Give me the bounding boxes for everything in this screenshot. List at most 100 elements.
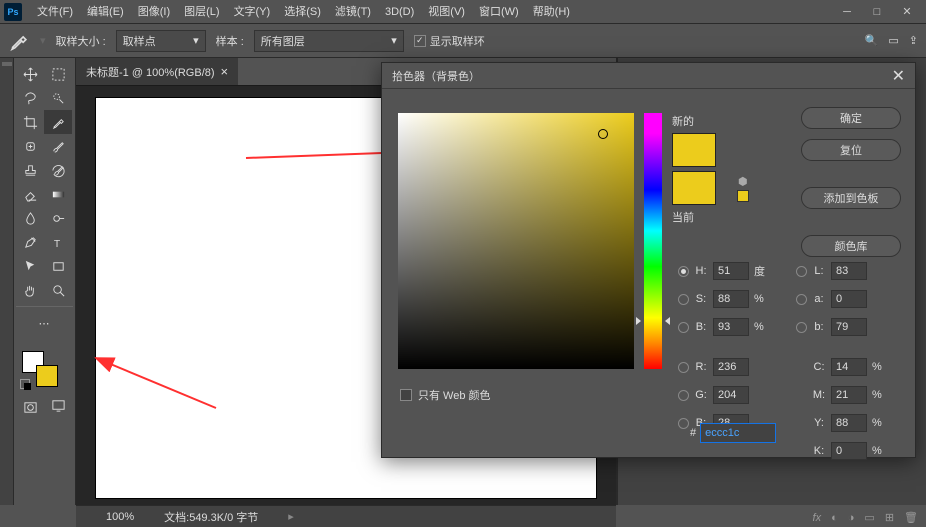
minimize-button[interactable]: ─ <box>832 1 862 23</box>
folder-icon[interactable]: ▭ <box>864 511 874 524</box>
input-a[interactable] <box>831 290 867 308</box>
radio-b[interactable] <box>678 418 689 429</box>
quickmask-tool[interactable] <box>16 395 44 419</box>
quick-select-tool[interactable] <box>44 86 72 110</box>
color-libraries-button[interactable]: 颜色库 <box>801 235 901 257</box>
input-k[interactable] <box>831 442 867 460</box>
show-ring-checkbox[interactable]: ✓显示取样环 <box>414 33 485 49</box>
trash-icon[interactable]: 🗑 <box>904 511 918 524</box>
left-rail <box>0 58 14 505</box>
spot-heal-tool[interactable] <box>16 134 44 158</box>
hand-tool[interactable] <box>16 278 44 302</box>
input-b2[interactable] <box>831 318 867 336</box>
input-l[interactable] <box>831 262 867 280</box>
sample-size-dropdown[interactable]: 取样点▾ <box>116 30 206 52</box>
eyedropper-tool[interactable] <box>44 110 72 134</box>
screenmode-tool[interactable] <box>44 393 72 417</box>
eyedropper-icon <box>8 30 30 52</box>
doc-info[interactable]: 文档:549.3K/0 字节 <box>164 509 258 525</box>
menu-filter[interactable]: 滤镜(T) <box>328 0 378 24</box>
path-select-tool[interactable] <box>16 254 44 278</box>
cube-icon[interactable]: ⬢ <box>738 175 749 186</box>
ok-button[interactable]: 确定 <box>801 107 901 129</box>
add-swatch-button[interactable]: 添加到色板 <box>801 187 901 209</box>
new-label: 新的 <box>672 113 694 129</box>
maximize-button[interactable]: □ <box>862 1 892 23</box>
radio-g[interactable] <box>678 390 689 401</box>
color-picker-dialog: 拾色器（背景色） ✕ 新的 当前 ⬢ 确定 复位 添加到色板 颜色库 <box>381 62 916 458</box>
input-c[interactable] <box>831 358 867 376</box>
color-cursor[interactable] <box>598 129 608 139</box>
hex-input[interactable] <box>700 423 776 443</box>
radio-l[interactable] <box>796 266 807 277</box>
menu-view[interactable]: 视图(V) <box>421 0 472 24</box>
picker-close-button[interactable]: ✕ <box>892 66 905 86</box>
menu-file[interactable]: 文件(F) <box>30 0 80 24</box>
crop-tool[interactable] <box>16 110 44 134</box>
input-h[interactable] <box>713 262 749 280</box>
sample-dropdown[interactable]: 所有图层▾ <box>254 30 404 52</box>
gradient-tool[interactable] <box>44 182 72 206</box>
fx-icon[interactable]: fx <box>813 512 822 524</box>
rectangle-tool[interactable] <box>44 254 72 278</box>
workspace-icon[interactable]: ▭ <box>888 34 898 47</box>
menu-window[interactable]: 窗口(W) <box>472 0 526 24</box>
menu-type[interactable]: 文字(Y) <box>227 0 278 24</box>
input-m[interactable] <box>831 386 867 404</box>
nearest-swatch[interactable] <box>737 190 749 202</box>
hex-label: # <box>690 427 696 439</box>
marquee-tool[interactable] <box>44 62 72 86</box>
input-s[interactable] <box>713 290 749 308</box>
background-swatch[interactable] <box>36 365 58 387</box>
move-tool[interactable] <box>16 62 44 86</box>
color-field[interactable] <box>398 113 634 369</box>
share-icon[interactable]: ⇪ <box>909 34 918 47</box>
input-y[interactable] <box>831 414 867 432</box>
current-label: 当前 <box>672 209 694 225</box>
sample-label: 样本 : <box>216 33 244 49</box>
dodge-tool[interactable] <box>44 206 72 230</box>
tab-close-icon[interactable]: × <box>221 64 229 79</box>
close-button[interactable]: ✕ <box>892 1 922 23</box>
search-icon[interactable]: 🔍 <box>865 34 879 47</box>
menu-layer[interactable]: 图层(L) <box>177 0 226 24</box>
new-icon[interactable]: ⊞ <box>885 511 894 524</box>
eraser-tool[interactable] <box>16 182 44 206</box>
brush-tool[interactable] <box>44 134 72 158</box>
menu-image[interactable]: 图像(I) <box>131 0 177 24</box>
type-tool[interactable]: T <box>44 230 72 254</box>
radio-h[interactable] <box>678 266 689 277</box>
current-swatch[interactable] <box>672 171 716 205</box>
zoom-tool[interactable] <box>44 278 72 302</box>
radio-r[interactable] <box>678 362 689 373</box>
input-g[interactable] <box>713 386 749 404</box>
lasso-tool[interactable] <box>16 86 44 110</box>
radio-bv[interactable] <box>678 322 689 333</box>
menu-help[interactable]: 帮助(H) <box>526 0 577 24</box>
history-brush-tool[interactable] <box>44 158 72 182</box>
zoom-level[interactable]: 100% <box>106 511 134 523</box>
color-swatches[interactable] <box>16 349 73 393</box>
input-r[interactable] <box>713 358 749 376</box>
menu-3d[interactable]: 3D(D) <box>378 0 421 24</box>
blur-tool[interactable] <box>16 206 44 230</box>
hue-handle[interactable] <box>638 317 668 323</box>
radio-s[interactable] <box>678 294 689 305</box>
stamp-tool[interactable] <box>16 158 44 182</box>
doc-tab[interactable]: 未标题-1 @ 100%(RGB/8) × <box>76 58 238 85</box>
new-swatch <box>672 133 716 167</box>
menu-edit[interactable]: 编辑(E) <box>80 0 131 24</box>
input-bv[interactable] <box>713 318 749 336</box>
picker-titlebar[interactable]: 拾色器（背景色） ✕ <box>382 63 915 89</box>
web-only-checkbox[interactable]: 只有 Web 颜色 <box>400 387 491 403</box>
hue-slider[interactable] <box>644 113 662 369</box>
reset-button[interactable]: 复位 <box>801 139 901 161</box>
menu-select[interactable]: 选择(S) <box>277 0 328 24</box>
radio-b2[interactable] <box>796 322 807 333</box>
mask-icon[interactable]: ◐ <box>831 512 838 524</box>
window-controls: ─ □ ✕ <box>832 1 922 23</box>
adjust-icon[interactable]: ◑ <box>848 512 855 524</box>
radio-a[interactable] <box>796 294 807 305</box>
edit-toolbar[interactable]: ⋯ <box>16 311 72 335</box>
pen-tool[interactable] <box>16 230 44 254</box>
